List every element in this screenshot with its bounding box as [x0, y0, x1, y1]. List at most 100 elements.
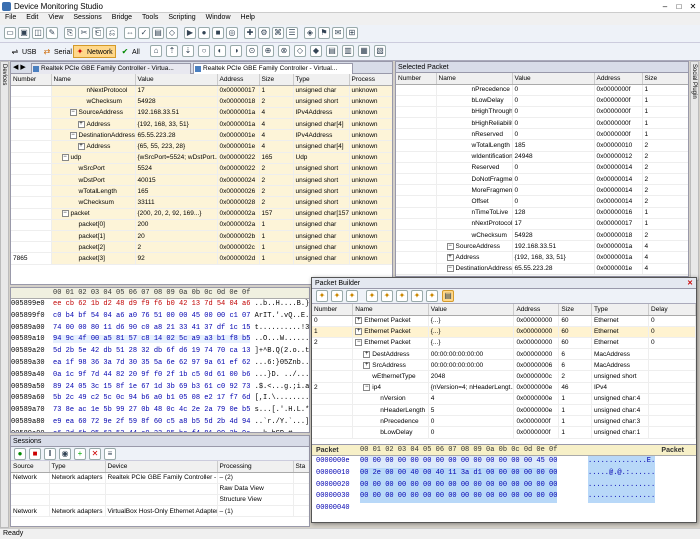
expand-icon[interactable]: +: [355, 328, 363, 336]
table-row[interactable]: − packet {200, 20, 2, 92, 169...} 0x0000002…: [11, 208, 392, 220]
copy-packet-icon[interactable]: ✦: [366, 290, 378, 302]
expand-icon[interactable]: +: [363, 350, 371, 358]
list-icon[interactable]: ☰: [286, 27, 298, 39]
col-number[interactable]: Number: [312, 304, 354, 316]
add-icon[interactable]: ✚: [244, 27, 256, 39]
hex-row[interactable]: 005899e0 ee cb 62 1b d2 48 d9 f9 f6 b0 4…: [11, 299, 309, 311]
packet-builder-titlebar[interactable]: Packet Builder ✕: [312, 278, 696, 289]
view-tool-1-icon[interactable]: ⇡: [166, 45, 178, 57]
table-row[interactable]: packet[2] 2 0x0000002c 1 unsigned char unknow…: [11, 241, 392, 254]
table-row[interactable]: nNextProtocol 17 0x00000017 1: [396, 218, 688, 230]
table-row[interactable]: Offset 0 0x00000014 2: [396, 195, 688, 208]
table-row[interactable]: + Address {192, 168, 33, 51} 0x0000001a 4: [396, 251, 688, 264]
view-tool-10-icon[interactable]: ◆: [310, 45, 322, 57]
expand-icon[interactable]: +: [363, 361, 371, 369]
packet-row[interactable]: 1 + Ethernet Packet {...} 0x00000000 60 Ethern…: [312, 326, 696, 338]
table-row[interactable]: − DestinationAddress 65.55.223.28 0x0000001…: [11, 129, 392, 142]
table-row[interactable]: MoreFragmentsFollow00x000000142: [396, 184, 688, 197]
view-tool-6-icon[interactable]: ⊙: [246, 45, 258, 57]
maximize-button[interactable]: □: [672, 1, 686, 12]
expand-icon[interactable]: +: [77, 120, 85, 128]
hex-row[interactable]: 00589a20 5d 2b 5e 42 db 51 28 32 db 6f d…: [11, 346, 309, 358]
table-row[interactable]: wDstPort 40015 0x00000024 2 unsigned short un…: [11, 174, 392, 187]
serial-button[interactable]: ⇄ Serial: [40, 45, 75, 58]
table-row[interactable]: Reserved 0 0x00000014 2: [396, 162, 688, 175]
view-tool-7-icon[interactable]: ⊕: [262, 45, 274, 57]
table-row[interactable]: DoNotFragment00x000000142: [396, 173, 688, 186]
col-status[interactable]: Sta: [293, 461, 309, 473]
collapse-icon[interactable]: −: [69, 109, 77, 117]
view-tool-13-icon[interactable]: ▦: [358, 45, 370, 57]
col-value[interactable]: Value: [135, 74, 218, 86]
all-button[interactable]: ✔ All: [118, 45, 143, 58]
table-row[interactable]: packet[0] 200 0x0000002a 1 unsigned char unkn…: [11, 219, 392, 231]
insert-packet-icon[interactable]: ✦: [346, 290, 358, 302]
view-tool-2-icon[interactable]: ⇣: [182, 45, 194, 57]
session-row[interactable]: Raw Data View: [11, 483, 309, 495]
table-row[interactable]: packet[1] 20 0x0000002b 1 unsigned char unkno…: [11, 230, 392, 243]
target-icon[interactable]: ◎: [226, 27, 238, 39]
raw-data-hex-view[interactable]: 00 01 02 03 04 05 06 07 08 09 0a 0b 0c 0…: [10, 287, 310, 433]
packet-row[interactable]: nHeaderLength 5 0x0000000e 1 unsigned char:4: [312, 404, 696, 417]
usb-button[interactable]: ⇌ USB: [8, 45, 39, 58]
col-type[interactable]: Type: [293, 74, 350, 86]
table-row[interactable]: wIdentification 24948 0x00000012 2: [396, 151, 688, 163]
table-row[interactable]: − DestinationAddress 65.55.223.28 0x0000001…: [396, 263, 688, 275]
hex-row[interactable]: 00000010 00 2e 00 00 40 00 40 11 3a d1 00…: [312, 467, 696, 480]
col-address[interactable]: Address: [513, 304, 560, 316]
table-row[interactable]: + Address {65, 55, 223, 28} 0x0000001e 4 unsi…: [11, 140, 392, 153]
table-row[interactable]: wTotalLength 185 0x00000010 2: [396, 139, 688, 152]
packet-row[interactable]: 2− Ethernet Packet {...} 0x00000000 60 Ethern…: [312, 337, 696, 350]
move-down-icon[interactable]: ✦: [411, 290, 423, 302]
hex-row[interactable]: 0000000e 00 00 00 00 00 00 00 00 00 00 00…: [312, 456, 696, 468]
flag-icon[interactable]: ⚑: [318, 27, 330, 39]
col-address[interactable]: Address: [217, 74, 260, 86]
menu-view[interactable]: View: [43, 13, 68, 22]
col-size[interactable]: Size: [642, 73, 688, 85]
settings-icon[interactable]: ⚙: [258, 27, 270, 39]
save-icon[interactable]: ◫: [32, 27, 44, 39]
table-row[interactable]: bHighReliability 0 0x0000000f 1: [396, 117, 688, 130]
copy-icon[interactable]: ⎘: [64, 27, 76, 39]
table-row[interactable]: − SourceAddress 192.168.33.51 0x0000001a 4 IP…: [11, 107, 392, 120]
col-value[interactable]: Value: [428, 304, 515, 316]
close-button[interactable]: ✕: [686, 1, 700, 12]
packet-row[interactable]: bLowDelay 0 0x0000000f 1 unsigned char:1: [312, 426, 696, 439]
col-processing[interactable]: Processing: [217, 461, 294, 473]
col-device[interactable]: Device: [105, 461, 218, 473]
table-row[interactable]: nTimeToLive 128 0x00000016 1: [396, 207, 688, 219]
expand-icon[interactable]: +: [446, 253, 454, 261]
packet-row[interactable]: + DestAddress 00:00:00:00:00:00 0x00000000 6…: [312, 348, 696, 361]
view-tool-5-icon[interactable]: ◑: [230, 45, 242, 57]
col-source[interactable]: Source: [11, 461, 50, 473]
layers-icon[interactable]: ◈: [304, 27, 316, 39]
properties-icon[interactable]: ≡: [104, 448, 116, 460]
hex-row[interactable]: 00589a90 c6 2d 6b 05 62 53 44 a0 23 95 b…: [11, 429, 309, 432]
table-row[interactable]: bHighThroughput00x0000000f1: [396, 106, 688, 119]
record-icon[interactable]: ◉: [59, 448, 71, 460]
edit-icon[interactable]: ✎: [46, 27, 58, 39]
devices-side-strip[interactable]: Devices: [0, 61, 9, 528]
cut-icon[interactable]: ✂: [78, 27, 90, 39]
view-tool-12-icon[interactable]: ▥: [342, 45, 354, 57]
play-icon[interactable]: ▶: [184, 27, 196, 39]
table-row[interactable]: + Address {192, 168, 33, 51} 0x0000001a 4 uns…: [11, 118, 392, 131]
check-icon[interactable]: ✓: [138, 27, 150, 39]
packet-row[interactable]: nVersion 4 0x0000000e 1 unsigned char:4: [312, 393, 696, 406]
session-row[interactable]: Network Network adapters Realtek PCIe GBE …: [11, 472, 309, 484]
view-tool-0-icon[interactable]: ⌂: [150, 45, 162, 57]
menu-edit[interactable]: Edit: [21, 13, 43, 22]
col-type[interactable]: Type: [49, 461, 106, 473]
menu-help[interactable]: Help: [236, 13, 260, 22]
table-row[interactable]: wTotalLength 165 0x00000026 2 unsigned short…: [11, 185, 392, 198]
view-tool-3-icon[interactable]: ○: [198, 45, 210, 57]
remove-session-icon[interactable]: ✕: [89, 448, 101, 460]
table-row[interactable]: wChecksum 33111 0x00000028 2 unsigned short u…: [11, 196, 392, 209]
col-name[interactable]: Name: [352, 304, 429, 316]
hex-row[interactable]: 00000040: [312, 503, 696, 515]
undo-icon[interactable]: ⎌: [106, 27, 118, 39]
col-process[interactable]: Process: [349, 74, 392, 86]
delete-packet-icon[interactable]: ✦: [381, 290, 393, 302]
hex-row[interactable]: 00589a40 0a 1c 9f 7d 44 82 20 9f f0 2f 1…: [11, 370, 309, 382]
collapse-icon[interactable]: −: [446, 242, 454, 250]
